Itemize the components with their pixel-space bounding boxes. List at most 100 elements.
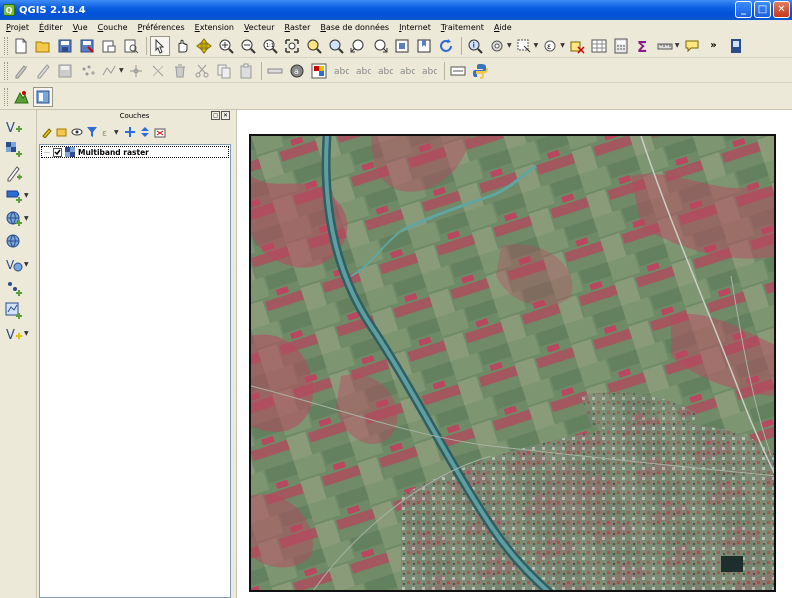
layer-item-multiband-raster[interactable]: — Multiband raster [41, 146, 229, 158]
diagram-properties-icon[interactable] [309, 61, 329, 81]
save-project-icon[interactable] [55, 36, 75, 56]
pan-hand-icon[interactable] [172, 36, 192, 56]
open-project-icon[interactable] [33, 36, 53, 56]
menu-vecteur[interactable]: Vecteur [244, 23, 275, 32]
add-line-icon[interactable] [99, 61, 119, 81]
save-layer-edits-icon[interactable] [55, 61, 75, 81]
change-label-icon[interactable]: abc [419, 61, 439, 81]
raster-info-icon[interactable] [33, 86, 53, 107]
chevron-down-icon[interactable]: ▼ [24, 330, 29, 337]
add-vector-layer-button[interactable]: V [5, 116, 23, 137]
paste-features-icon[interactable] [236, 61, 256, 81]
map-tips-icon[interactable] [392, 36, 412, 56]
add-spatialite-button[interactable]: ▼ [5, 185, 31, 206]
new-print-layout-icon[interactable] [99, 36, 119, 56]
new-project-icon[interactable] [11, 36, 31, 56]
move-feature-icon[interactable] [126, 61, 146, 81]
zoom-full-icon[interactable] [282, 36, 302, 56]
rotate-label-icon[interactable]: abc [397, 61, 417, 81]
chevron-down-icon[interactable]: ▼ [507, 42, 512, 49]
menu-internet[interactable]: Internet [399, 23, 431, 32]
map-tips-bubble-icon[interactable] [682, 36, 702, 56]
layout-manager-icon[interactable] [121, 36, 141, 56]
run-action-icon[interactable] [487, 36, 507, 56]
georeferencer-icon[interactable] [11, 87, 31, 107]
float-panel-button[interactable]: ◻ [211, 111, 220, 120]
layer-visibility-checkbox[interactable] [53, 147, 62, 157]
zoom-in-icon[interactable] [216, 36, 236, 56]
chevron-down-icon[interactable]: ▼ [24, 261, 29, 268]
close-panel-button[interactable]: ✕ [221, 111, 230, 120]
add-virtual-layer-button[interactable] [5, 300, 23, 321]
zoom-next-icon[interactable] [370, 36, 390, 56]
node-tool-icon[interactable] [148, 61, 168, 81]
expand-collapse-toggle[interactable]: — [44, 149, 50, 156]
refresh-icon[interactable] [436, 36, 456, 56]
chevron-down-icon[interactable]: ▼ [119, 67, 124, 74]
add-wms-layer-button[interactable]: ▼ [5, 208, 31, 229]
python-icon[interactable] [470, 61, 490, 81]
zoom-last-icon[interactable] [348, 36, 368, 56]
chevron-down-icon[interactable]: ▼ [24, 192, 29, 199]
toolbar-grip[interactable] [4, 61, 8, 80]
chevron-down-icon[interactable]: ▼ [24, 215, 29, 222]
chevron-down-icon[interactable]: ▼ [534, 42, 539, 49]
add-point-icon[interactable] [77, 61, 97, 81]
map-canvas[interactable] [236, 110, 792, 598]
add-group-icon[interactable] [56, 126, 68, 138]
pan-map-icon[interactable] [150, 35, 170, 56]
chevron-down-icon[interactable]: ▼ [114, 129, 119, 136]
add-delimited-text-button[interactable] [5, 162, 23, 183]
menu-couche[interactable]: Couche [98, 23, 128, 32]
label-toolbar-icon[interactable] [265, 61, 285, 81]
zoom-to-selection-icon[interactable] [304, 36, 324, 56]
statistics-sigma-icon[interactable]: Σ [633, 36, 653, 56]
pan-to-selection-icon[interactable] [194, 36, 214, 56]
select-by-expression-icon[interactable]: ε [540, 36, 560, 56]
chevron-down-icon[interactable]: ▼ [675, 42, 680, 49]
copy-features-icon[interactable] [214, 61, 234, 81]
add-wcs-layer-button[interactable] [5, 231, 23, 252]
toolbar-overflow-icon[interactable]: » [704, 36, 724, 56]
close-button[interactable]: ✕ [773, 1, 790, 18]
filter-legend-icon[interactable] [86, 126, 98, 138]
plugin-manager-icon[interactable] [448, 61, 468, 81]
menu-vue[interactable]: Vue [73, 23, 88, 32]
current-edits-icon[interactable] [11, 61, 31, 81]
manage-visibility-icon[interactable] [71, 126, 83, 138]
show-hide-labels-icon[interactable]: abc [353, 61, 373, 81]
filter-expression-icon[interactable]: ε [101, 126, 113, 138]
python-console-icon[interactable] [726, 36, 746, 56]
pin-labels-icon[interactable]: abc [331, 61, 351, 81]
menu-projet[interactable]: Projet [6, 23, 29, 32]
deselect-features-icon[interactable] [567, 36, 587, 56]
minimize-button[interactable]: _ [735, 1, 752, 18]
remove-layer-icon[interactable] [154, 126, 166, 138]
zoom-out-icon[interactable] [238, 36, 258, 56]
layer-labeling-icon[interactable]: a [287, 61, 307, 81]
cut-features-icon[interactable] [192, 61, 212, 81]
menu-editer[interactable]: Éditer [39, 23, 63, 32]
toolbar-grip[interactable] [4, 36, 8, 55]
chevron-down-icon[interactable]: ▼ [560, 42, 565, 49]
menu-extension[interactable]: Extension [195, 23, 234, 32]
raster-image[interactable] [249, 134, 776, 592]
add-vertex-layer-button[interactable] [5, 277, 23, 298]
select-features-icon[interactable] [514, 36, 534, 56]
add-raster-layer-button[interactable] [5, 139, 23, 160]
menu-traitement[interactable]: Traitement [441, 23, 484, 32]
zoom-to-layer-icon[interactable] [326, 36, 346, 56]
maximize-button[interactable]: □ [754, 1, 771, 18]
field-calculator-icon[interactable] [611, 36, 631, 56]
expand-all-icon[interactable] [124, 126, 136, 138]
move-label-icon[interactable]: abc [375, 61, 395, 81]
attribute-table-icon[interactable] [589, 36, 609, 56]
menu-base-de-donnees[interactable]: Base de données [320, 23, 389, 32]
identify-features-icon[interactable]: i [465, 36, 485, 56]
save-as-icon[interactable] [77, 36, 97, 56]
toolbar-grip[interactable] [4, 87, 8, 106]
collapse-all-icon[interactable] [139, 126, 151, 138]
style-brush-icon[interactable] [41, 126, 53, 138]
new-bookmark-icon[interactable] [414, 36, 434, 56]
zoom-1-1-icon[interactable]: 1:1 [260, 36, 280, 56]
